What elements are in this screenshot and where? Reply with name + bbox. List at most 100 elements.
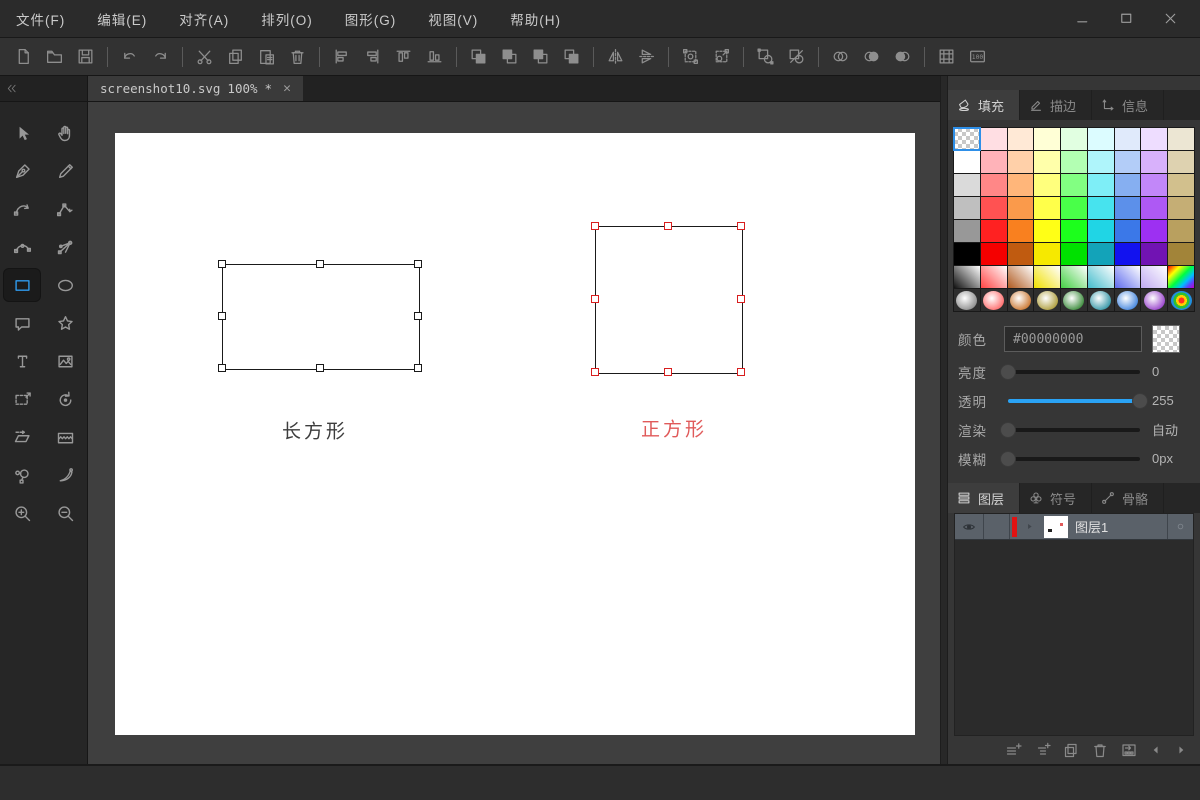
align-top-button[interactable] — [388, 42, 419, 72]
palette-swatch-r6c3[interactable] — [1034, 266, 1061, 288]
selection-handle[interactable] — [414, 260, 422, 268]
blur-slider-track[interactable] — [1000, 450, 1140, 467]
save-file-button[interactable] — [70, 42, 101, 72]
palette-swatch-r1c6[interactable] — [1114, 151, 1141, 173]
current-color-swatch[interactable] — [1152, 325, 1180, 353]
selection-handle[interactable] — [591, 295, 599, 303]
tool-ellipse[interactable] — [48, 269, 84, 301]
menu-item-help[interactable]: 帮助(H) — [494, 9, 577, 29]
palette-swatch-r2c4[interactable] — [1061, 174, 1087, 196]
opacity-slider-handle[interactable] — [1132, 392, 1148, 409]
grid-button[interactable] — [931, 42, 962, 72]
maximize-button[interactable] — [1116, 9, 1136, 29]
palette-swatch-r4c5[interactable] — [1087, 220, 1114, 242]
canvas-viewport[interactable]: 长方形 正方形 — [88, 102, 940, 764]
palette-swatch-r6c2[interactable] — [1007, 266, 1034, 288]
selection-handle[interactable] — [591, 368, 599, 376]
palette-swatch-r5c1[interactable] — [980, 243, 1007, 265]
mask-button[interactable] — [750, 42, 781, 72]
palette-swatch-r7c2[interactable] — [1007, 289, 1034, 311]
palette-swatch-r1c4[interactable] — [1061, 151, 1087, 173]
exclude-button[interactable] — [887, 42, 918, 72]
palette-swatch-r6c0[interactable] — [954, 266, 980, 288]
selection-handle[interactable] — [664, 222, 672, 230]
palette-swatch-r3c4[interactable] — [1061, 197, 1087, 219]
tool-hand[interactable] — [48, 117, 84, 149]
copy-button[interactable] — [220, 42, 251, 72]
palette-swatch-r5c2[interactable] — [1007, 243, 1034, 265]
palette-swatch-r7c5[interactable] — [1087, 289, 1114, 311]
layers-tab-1[interactable]: 符号 — [1020, 483, 1092, 513]
layer-link-indicator[interactable] — [1168, 514, 1193, 539]
bring-to-front-button[interactable] — [463, 42, 494, 72]
selection-handle[interactable] — [218, 312, 226, 320]
page[interactable]: 长方形 正方形 — [115, 133, 915, 735]
redo-button[interactable] — [145, 42, 176, 72]
palette-swatch-r5c8[interactable] — [1168, 243, 1194, 265]
palette-swatch-r4c1[interactable] — [980, 220, 1007, 242]
shape-square[interactable] — [591, 222, 745, 376]
palette-swatch-r0c5[interactable] — [1087, 128, 1114, 150]
fill-tab-1[interactable]: 描边 — [1020, 90, 1092, 120]
layers-tab-0[interactable]: 图层 — [948, 483, 1020, 513]
layers-tab-2[interactable]: 骨骼 — [1092, 483, 1164, 513]
palette-swatch-r7c4[interactable] — [1061, 289, 1087, 311]
palette-swatch-r7c1[interactable] — [980, 289, 1007, 311]
palette-swatch-r5c6[interactable] — [1114, 243, 1141, 265]
menu-item-shape[interactable]: 图形(G) — [329, 9, 413, 29]
tool-rectangle[interactable] — [4, 269, 40, 301]
palette-swatch-r5c0[interactable] — [954, 243, 980, 265]
palette-swatch-r7c3[interactable] — [1034, 289, 1061, 311]
layer-name[interactable]: 图层1 — [1073, 514, 1168, 539]
palette-swatch-r0c0[interactable] — [953, 127, 981, 151]
send-backward-button[interactable] — [494, 42, 525, 72]
tool-lasso[interactable] — [48, 459, 84, 491]
close-button[interactable] — [1160, 9, 1180, 29]
unmask-button[interactable] — [781, 42, 812, 72]
tool-rotate[interactable] — [48, 383, 84, 415]
palette-swatch-r6c1[interactable] — [980, 266, 1007, 288]
tool-polyline[interactable] — [48, 193, 84, 225]
tool-node-edit[interactable] — [4, 231, 40, 263]
cut-button[interactable] — [189, 42, 220, 72]
selection-handle[interactable] — [664, 368, 672, 376]
align-right-button[interactable] — [357, 42, 388, 72]
layer-row[interactable]: 图层1 — [955, 514, 1193, 540]
new-file-button[interactable] — [8, 42, 39, 72]
tool-node-add[interactable] — [48, 231, 84, 263]
palette-swatch-r6c6[interactable] — [1114, 266, 1141, 288]
add-layer-button[interactable] — [1004, 741, 1022, 759]
palette-swatch-r2c6[interactable] — [1114, 174, 1141, 196]
duplicate-layer-button[interactable] — [1062, 741, 1080, 759]
tool-transform[interactable] — [4, 383, 40, 415]
render-slider-handle[interactable] — [1000, 421, 1016, 438]
palette-swatch-r1c5[interactable] — [1087, 151, 1114, 173]
palette-swatch-r6c5[interactable] — [1087, 266, 1114, 288]
tool-pen[interactable] — [4, 155, 40, 187]
menu-item-view[interactable]: 视图(V) — [412, 9, 494, 29]
tool-zoom-out[interactable] — [48, 497, 84, 529]
palette-swatch-r2c7[interactable] — [1141, 174, 1168, 196]
flip-horizontal-button[interactable] — [600, 42, 631, 72]
align-left-button[interactable] — [326, 42, 357, 72]
menu-item-edit[interactable]: 编辑(E) — [81, 9, 163, 29]
shape-rectangle[interactable] — [218, 260, 422, 372]
palette-swatch-r5c7[interactable] — [1141, 243, 1168, 265]
palette-swatch-r3c3[interactable] — [1034, 197, 1061, 219]
brightness-slider-handle[interactable] — [1000, 363, 1016, 380]
palette-swatch-r1c8[interactable] — [1168, 151, 1194, 173]
selection-handle[interactable] — [591, 222, 599, 230]
panel-divider[interactable] — [940, 76, 948, 764]
palette-swatch-r3c5[interactable] — [1087, 197, 1114, 219]
merge-layer-button[interactable] — [1120, 741, 1138, 759]
paste-button[interactable] — [251, 42, 282, 72]
palette-swatch-r2c8[interactable] — [1168, 174, 1194, 196]
palette-swatch-r6c4[interactable] — [1061, 266, 1087, 288]
selection-handle[interactable] — [414, 364, 422, 372]
selection-handle[interactable] — [737, 222, 745, 230]
layer-visibility-toggle[interactable] — [955, 514, 984, 539]
flip-vertical-button[interactable] — [631, 42, 662, 72]
opacity-slider-track[interactable] — [1008, 392, 1148, 409]
palette-swatch-r1c0[interactable] — [954, 151, 980, 173]
union-button[interactable] — [825, 42, 856, 72]
